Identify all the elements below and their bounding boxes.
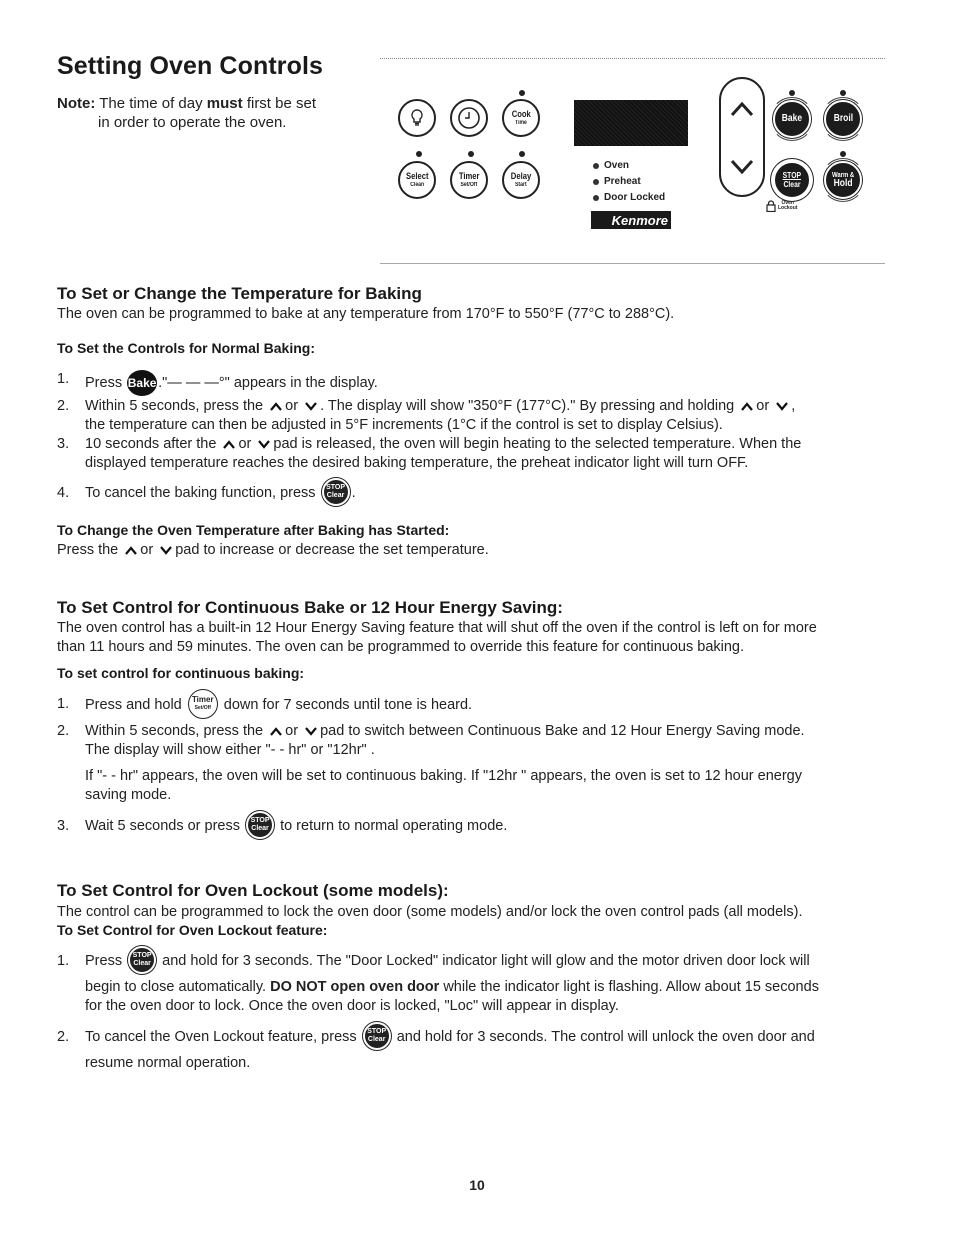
bake-pad[interactable]: Bake xyxy=(773,100,811,138)
stop-clear-button-icon: STOP Clear xyxy=(321,478,350,507)
temperature-arrow-pad[interactable] xyxy=(719,77,765,197)
arrow-up-icon xyxy=(270,402,283,411)
arrow-down-icon xyxy=(305,402,317,411)
section-heading-oven-lockout: To Set Control for Oven Lockout (some mo… xyxy=(57,881,449,900)
section-heading-continuous-bake: To Set Control for Continuous Bake or 12… xyxy=(57,598,563,617)
panel-top-divider xyxy=(380,58,885,59)
timer-pad[interactable]: Timer Set/Off xyxy=(450,161,488,199)
broil-pad[interactable]: Broil xyxy=(824,100,862,138)
lightbulb-icon xyxy=(411,109,423,126)
arrow-up-icon xyxy=(741,402,754,411)
list-item: 2. Within 5 seconds, press the or . The … xyxy=(57,398,796,433)
broil-indicator-dot xyxy=(840,90,846,96)
stop-clear-button-icon: STOP Clear xyxy=(362,1022,391,1051)
panel-bottom-divider xyxy=(380,263,885,264)
arrow-down-icon xyxy=(258,440,271,449)
timer-indicator-dot xyxy=(468,151,474,157)
page-title: Setting Oven Controls xyxy=(57,52,324,80)
stop-clear-button-icon: STOP Clear xyxy=(128,946,157,975)
arrow-down-icon[interactable] xyxy=(730,157,754,177)
arrow-up-icon xyxy=(223,440,236,449)
oven-control-panel: Cook Time Select Clean Timer Set/Off Del… xyxy=(380,55,885,267)
list-item: 4. To cancel the baking function, press … xyxy=(57,478,887,507)
stop-clear-button-icon: STOP Clear xyxy=(246,811,275,840)
list-item: 2. Within 5 seconds, press the or pad to… xyxy=(57,723,805,758)
indicator-oven: Oven xyxy=(593,158,665,174)
oven-display xyxy=(574,100,688,146)
lockout-intro: The control can be programmed to lock th… xyxy=(57,904,803,920)
clock-icon xyxy=(458,107,480,129)
stop-clear-pad[interactable]: STOP Clear xyxy=(773,161,811,199)
padlock-icon xyxy=(766,200,776,212)
warm-hold-pad[interactable]: Warm & Hold xyxy=(824,161,862,199)
change-temperature-text: Press the or pad to increase or decrease… xyxy=(57,542,489,558)
temperature-intro: The oven can be programmed to bake at an… xyxy=(57,306,675,322)
list-item: 1. Press STOP Clear and hold for 3 second… xyxy=(57,946,887,1016)
arrow-down-icon xyxy=(160,546,173,555)
bake-button-icon: Bake xyxy=(127,370,158,396)
time-of-day-note: Note: The time of day must first be set … xyxy=(57,95,317,131)
arrow-up-icon[interactable] xyxy=(730,99,754,119)
arrow-down-icon xyxy=(305,727,317,736)
continuous-mode-note: If "- - hr" appears, the oven will be se… xyxy=(85,768,802,803)
select-clean-pad[interactable]: Select Clean xyxy=(398,161,436,199)
list-item: 3. Wait 5 seconds or press STOP Clear to … xyxy=(57,811,887,840)
arrow-down-icon xyxy=(776,402,789,411)
select-indicator-dot xyxy=(416,151,422,157)
clock-pad[interactable] xyxy=(450,99,488,137)
timer-button-icon: Timer Set/Off xyxy=(187,689,218,719)
list-item: 1. Press Bake ."— — —°" appears in the di… xyxy=(57,370,887,396)
subheading-change-temperature: To Change the Oven Temperature after Bak… xyxy=(57,522,450,538)
delay-indicator-dot xyxy=(519,151,525,157)
indicator-door-locked: Door Locked xyxy=(593,190,665,206)
delay-start-pad[interactable]: Delay Start xyxy=(502,161,540,199)
warm-hold-indicator-dot xyxy=(840,151,846,157)
list-item: 1. Press and hold Timer Set/Off down for … xyxy=(57,689,887,719)
arrow-up-icon xyxy=(125,546,138,555)
continuous-intro: The oven control has a built-in 12 Hour … xyxy=(57,620,817,655)
arrow-up-icon xyxy=(270,727,283,736)
page-number: 10 xyxy=(469,1177,485,1193)
cook-time-indicator-dot xyxy=(519,90,525,96)
subheading-lockout-feature: To Set Control for Oven Lockout feature: xyxy=(57,922,328,938)
oven-light-pad[interactable] xyxy=(398,99,436,137)
indicator-preheat: Preheat xyxy=(593,174,665,190)
list-item: 2. To cancel the Oven Lockout feature, p… xyxy=(57,1022,887,1073)
bake-indicator-dot xyxy=(789,90,795,96)
note-label: Note: xyxy=(57,95,96,112)
list-item: 3. 10 seconds after the or pad is releas… xyxy=(57,436,802,471)
subheading-continuous-baking: To set control for continuous baking: xyxy=(57,665,305,681)
cook-time-pad[interactable]: Cook Time xyxy=(502,99,540,137)
subheading-normal-baking: To Set the Controls for Normal Baking: xyxy=(57,340,315,356)
section-heading-temperature: To Set or Change the Temperature for Bak… xyxy=(57,284,422,303)
oven-lockout-label: Oven Lockout xyxy=(766,200,797,212)
indicator-lights: Oven Preheat Door Locked xyxy=(593,158,665,206)
kenmore-logo: Kenmore xyxy=(591,211,671,229)
